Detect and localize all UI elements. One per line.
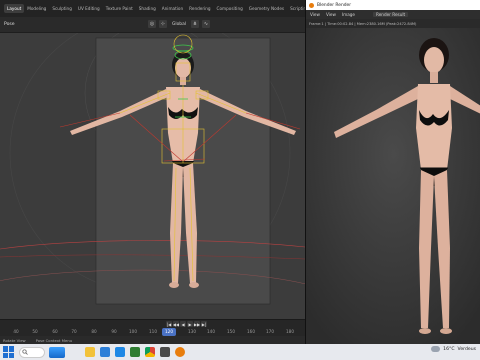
- start-button[interactable]: [3, 346, 15, 358]
- render-window-title: Blender Render: [317, 2, 352, 8]
- transform-tools: ◎ ⊹ Global ⋔ ∿: [148, 20, 211, 28]
- play-reverse-button[interactable]: ◀: [180, 321, 186, 327]
- jump-start-button[interactable]: |◀: [166, 321, 172, 327]
- menu-view-2[interactable]: View: [326, 12, 336, 17]
- frame-tick: 150: [227, 329, 235, 334]
- current-frame-indicator[interactable]: 120: [162, 328, 176, 336]
- pivot-icon[interactable]: ◎: [148, 20, 156, 28]
- pinned-apps: [85, 347, 185, 357]
- mail-icon[interactable]: [100, 347, 110, 357]
- render-info-line: Frame:1 | Time:00:02.84 | Mem:2380.16M (…: [306, 19, 480, 28]
- blender-app-icon[interactable]: [175, 347, 185, 357]
- tab-layout[interactable]: Layout: [4, 4, 25, 13]
- blender-logo-icon: [309, 2, 314, 8]
- tab-geometry-nodes[interactable]: Geometry Nodes: [246, 4, 287, 13]
- render-stats: Frame:1 | Time:00:02.84 | Mem:2380.16M (…: [309, 21, 417, 26]
- render-window-titlebar[interactable]: Blender Render: [306, 0, 480, 10]
- 3d-viewport[interactable]: [0, 33, 305, 319]
- render-result-image: [306, 28, 480, 344]
- frame-tick: 130: [188, 329, 196, 334]
- tab-rendering[interactable]: Rendering: [186, 4, 213, 13]
- blender-main-window: Layout Modeling Sculpting UV Editing Tex…: [0, 0, 305, 344]
- weather-temperature[interactable]: 16°C: [443, 347, 454, 352]
- frame-tick: 170: [266, 329, 274, 334]
- frame-tick: 60: [52, 329, 58, 334]
- snap-icon[interactable]: ⋔: [191, 20, 200, 28]
- chrome-icon[interactable]: [145, 347, 155, 357]
- frame-tick: 160: [247, 329, 255, 334]
- store-icon[interactable]: [115, 347, 125, 357]
- tab-compositing[interactable]: Compositing: [214, 4, 246, 13]
- prev-key-button[interactable]: ◀◀: [173, 321, 179, 327]
- tab-uv-editing[interactable]: UV Editing: [75, 4, 103, 13]
- widgets-icon[interactable]: [49, 346, 65, 358]
- tab-texture-paint[interactable]: Texture Paint: [103, 4, 136, 13]
- menu-view-1[interactable]: View: [310, 12, 320, 17]
- tab-shading[interactable]: Shading: [136, 4, 159, 13]
- status-bar: Rotate View Pose Context Menu: [0, 336, 305, 344]
- frame-tick: 50: [32, 329, 38, 334]
- system-tray: 16°C Verdeus: [431, 346, 476, 352]
- viewport-header: Pose ◎ ⊹ Global ⋔ ∿: [0, 17, 305, 33]
- status-context-menu: Pose Context Menu: [35, 337, 73, 343]
- jump-end-button[interactable]: ▶|: [201, 321, 207, 327]
- playback-controls: |◀ ◀◀ ◀ ▶ ▶▶ ▶|: [166, 321, 207, 327]
- tab-scripting[interactable]: Scripting: [287, 4, 305, 13]
- orientation-dropdown[interactable]: Global: [170, 22, 188, 27]
- frame-tick: 40: [13, 329, 19, 334]
- weather-condition[interactable]: Verdeus: [458, 347, 476, 352]
- frame-tick: 110: [149, 329, 157, 334]
- next-key-button[interactable]: ▶▶: [194, 321, 200, 327]
- file-explorer-icon[interactable]: [85, 347, 95, 357]
- photos-icon[interactable]: [160, 347, 170, 357]
- orientation-icon[interactable]: ⊹: [159, 20, 167, 28]
- taskbar-search[interactable]: [19, 346, 45, 358]
- render-window: Blender Render View View Image Render Re…: [305, 0, 480, 344]
- menu-image[interactable]: Image: [342, 12, 355, 17]
- tab-animation[interactable]: Animation: [159, 4, 186, 13]
- frame-tick: 90: [111, 329, 117, 334]
- play-button[interactable]: ▶: [187, 321, 193, 327]
- proportional-icon[interactable]: ∿: [202, 20, 211, 28]
- render-result-dropdown[interactable]: Render Result: [373, 12, 409, 17]
- tab-modeling[interactable]: Modeling: [24, 4, 49, 13]
- mode-selector[interactable]: Pose: [4, 22, 15, 27]
- status-rotate-view: Rotate View: [3, 337, 26, 343]
- search-icon: [22, 349, 28, 355]
- frame-tick: 180: [286, 329, 294, 334]
- frame-tick: 80: [91, 329, 97, 334]
- frame-tick: 140: [207, 329, 215, 334]
- windows-taskbar: 16°C Verdeus: [0, 344, 480, 360]
- cloud-icon: [431, 346, 441, 352]
- frame-tick: 70: [71, 329, 77, 334]
- frame-tick: 100: [129, 329, 137, 334]
- render-menubar: View View Image Render Result: [306, 10, 480, 19]
- edge-icon[interactable]: [130, 347, 140, 357]
- tab-sculpting[interactable]: Sculpting: [49, 4, 75, 13]
- workspace-tab-bar: Layout Modeling Sculpting UV Editing Tex…: [0, 0, 305, 17]
